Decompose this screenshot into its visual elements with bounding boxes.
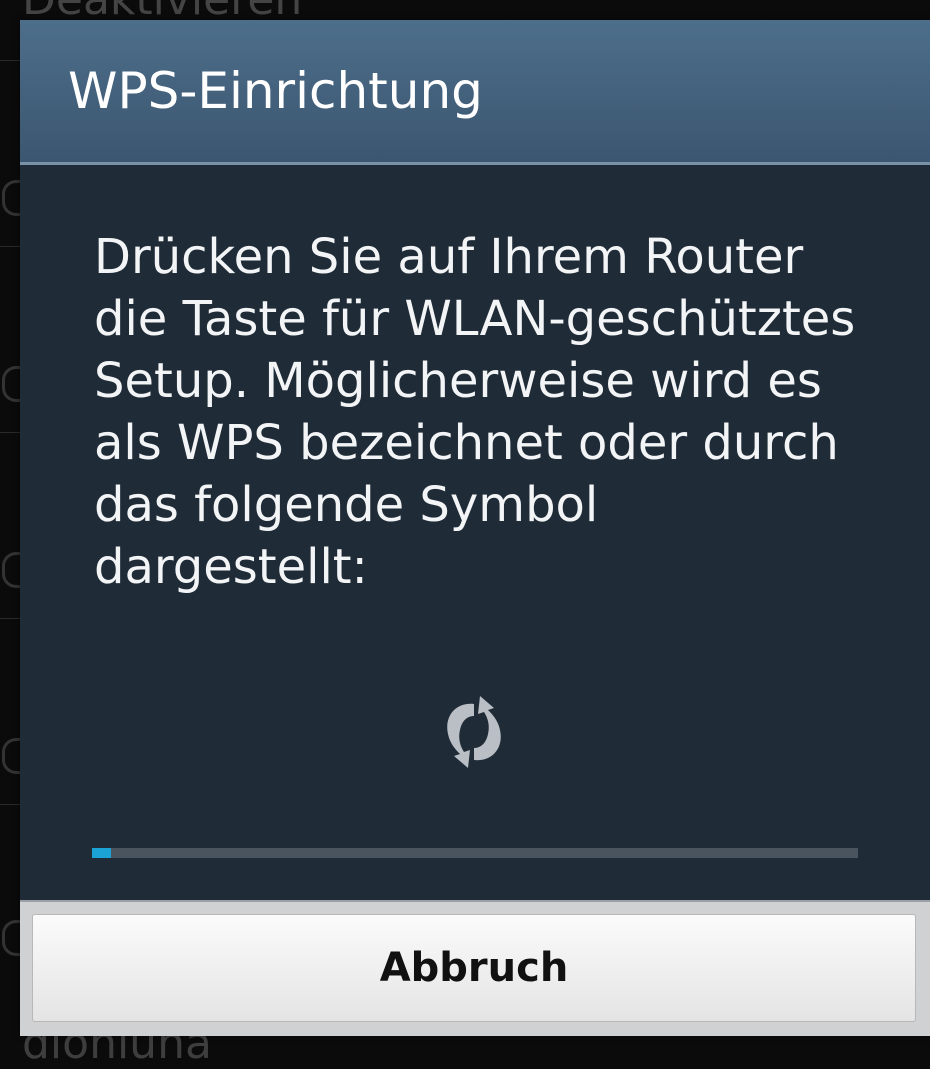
background-top-text: Deaktivieren: [22, 0, 302, 22]
background-list-icon: [2, 552, 21, 588]
dialog-title: WPS-Einrichtung: [68, 62, 483, 120]
background-list-icon: [2, 180, 21, 216]
background-list-icon: [2, 920, 21, 956]
background-divider: [0, 60, 22, 61]
background-divider: [0, 804, 22, 805]
wps-progress-bar: [92, 848, 858, 858]
dialog-message: Drücken Sie auf Ihrem Router die Taste f…: [94, 229, 856, 595]
wps-icon: [447, 696, 501, 768]
background-divider: [0, 246, 22, 247]
dialog-header: WPS-Einrichtung: [20, 20, 930, 165]
wps-setup-dialog: WPS-Einrichtung Drücken Sie auf Ihrem Ro…: [20, 20, 930, 1036]
background-list-icon: [2, 366, 21, 402]
progress-fill: [92, 848, 112, 858]
background-divider: [0, 618, 22, 619]
background-list-icon: [2, 738, 21, 774]
cancel-button[interactable]: Abbruch: [32, 914, 916, 1022]
dialog-button-bar: Abbruch: [20, 900, 930, 1036]
background-divider: [0, 432, 22, 433]
